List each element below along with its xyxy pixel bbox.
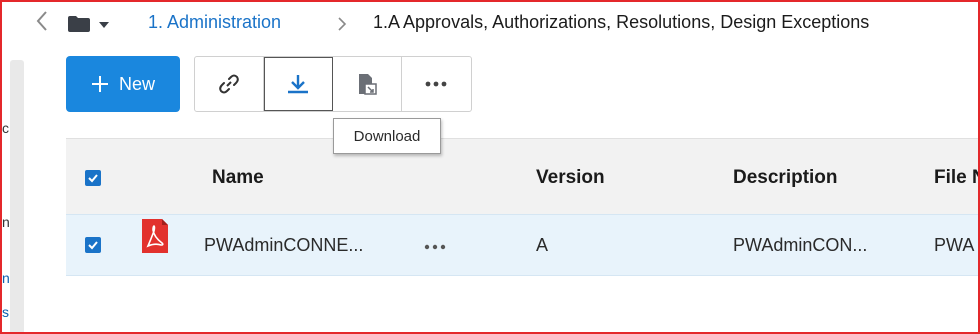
table-row[interactable]: PWAdminCONNE... A PWAdminCON... PWA	[66, 214, 978, 276]
download-tooltip: Download	[333, 118, 441, 154]
checkmark-icon	[88, 174, 98, 183]
chevron-left-icon[interactable]	[32, 8, 52, 34]
download-icon	[288, 75, 308, 94]
breadcrumb-separator-icon	[338, 17, 347, 31]
file-name-cell[interactable]: PWAdminCONNE...	[204, 235, 363, 256]
select-all-checkbox[interactable]	[85, 170, 101, 186]
column-header-file-name[interactable]: File N	[934, 167, 978, 189]
new-button[interactable]: New	[66, 56, 180, 112]
pdf-file-icon	[142, 219, 168, 253]
column-header-version[interactable]: Version	[536, 167, 605, 189]
left-scrollbar[interactable]	[10, 60, 24, 332]
file-export-icon	[359, 74, 377, 95]
breadcrumb-root[interactable]: 1. Administration	[148, 12, 281, 33]
more-horizontal-icon	[426, 81, 447, 87]
description-cell: PWAdminCON...	[733, 235, 868, 255]
chevron-down-icon[interactable]	[99, 22, 109, 28]
left-panel-text: c	[2, 120, 9, 136]
plus-icon	[91, 76, 108, 92]
window-frame: c n n s 1. Administration 1.A Approvals,…	[0, 0, 980, 334]
row-checkbox[interactable]	[85, 237, 101, 253]
download-button[interactable]	[264, 57, 333, 111]
left-panel-text: n	[2, 270, 10, 286]
new-button-label: New	[118, 73, 155, 94]
copy-link-button[interactable]	[195, 57, 264, 111]
left-panel-text: n	[2, 214, 10, 230]
checkmark-icon	[88, 241, 98, 250]
breadcrumb-current: 1.A Approvals, Authorizations, Resolutio…	[373, 12, 870, 32]
document-table: Name Version Description File N PWAdminC…	[66, 138, 978, 332]
version-cell: A	[536, 235, 549, 255]
left-panel: c n n s	[2, 2, 32, 332]
toolbar-actions	[194, 56, 472, 112]
more-actions-button[interactable]	[402, 57, 471, 111]
column-header-description[interactable]: Description	[733, 167, 838, 189]
row-more-icon[interactable]	[424, 244, 446, 250]
table-header: Name Version Description File N	[66, 138, 978, 214]
file-name-column-cell: PWA	[934, 235, 975, 255]
folder-icon[interactable]	[68, 16, 90, 32]
column-header-name[interactable]: Name	[212, 167, 264, 189]
left-panel-text: s	[2, 304, 9, 320]
export-file-button[interactable]	[333, 57, 402, 111]
link-icon	[219, 74, 239, 94]
